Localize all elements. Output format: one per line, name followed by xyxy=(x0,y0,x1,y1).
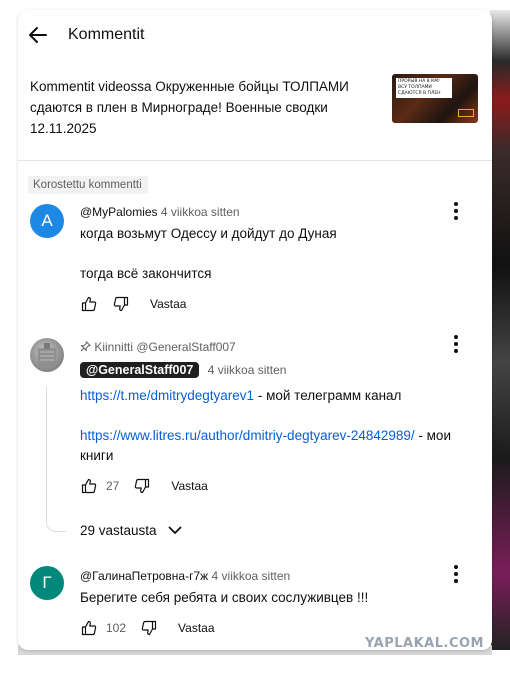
reply-button[interactable]: Vastaa xyxy=(150,297,186,311)
comment-text-line-2: тогда всё закончится xyxy=(80,266,212,281)
back-arrow-icon xyxy=(29,27,47,43)
background-page-edge xyxy=(490,10,510,650)
thumbnail-caption: ПРОРЫВ НА 8 КМ! ВСУ ТОЛПАМИ СДАЮТСЯ В ПЛ… xyxy=(396,78,452,98)
comment-actions: 27 Vastaa xyxy=(80,475,208,497)
more-options-button[interactable] xyxy=(446,563,466,585)
video-info: Kommentit videossa Окруженные бойцы ТОЛП… xyxy=(30,74,480,154)
comment-text-line-1: Берегите себя ребята и своих сослуживцев… xyxy=(80,590,369,605)
comment-time[interactable]: 4 viikkoa sitten xyxy=(161,205,240,219)
comment-author-chip[interactable]: @GeneralStaff007 xyxy=(80,362,200,378)
comment-actions: 102 Vastaa xyxy=(80,617,215,639)
video-thumbnail[interactable]: ПРОРЫВ НА 8 КМ! ВСУ ТОЛПАМИ СДАЮТСЯ В ПЛ… xyxy=(392,74,478,123)
comment-meta: @MyPalomies 4 viikkoa sitten xyxy=(80,205,240,219)
avatar-letter: A xyxy=(41,211,53,230)
thumbs-down-icon[interactable] xyxy=(140,619,158,637)
comment-author[interactable]: @ГалинаПетровна-г7ж xyxy=(80,569,208,583)
reply-button[interactable]: Vastaa xyxy=(178,621,214,635)
telegram-link[interactable]: https://t.me/dmitrydegtyarev1 xyxy=(80,388,254,403)
watermark: YAPLAKAL.COM xyxy=(365,636,484,651)
avatar-building-image xyxy=(38,343,56,366)
comment-meta: @ГалинаПетровна-г7ж 4 viikkoa sitten xyxy=(80,569,290,583)
reply-button[interactable]: Vastaa xyxy=(171,479,207,493)
comment-text-line-1: когда возьмут Одессу и дойдут до Дуная xyxy=(80,226,337,241)
chevron-down-icon xyxy=(168,526,181,534)
view-replies-button[interactable]: 29 vastausta xyxy=(80,522,183,538)
avatar[interactable]: A xyxy=(30,204,64,238)
avatar[interactable]: Г xyxy=(30,566,64,600)
comment-author[interactable]: @MyPalomies xyxy=(80,205,158,219)
avatar-letter: Г xyxy=(42,573,52,592)
reply-thread-line xyxy=(46,386,66,532)
telegram-link-desc: - мой телеграмм канал xyxy=(254,388,402,403)
replies-count: 29 vastausta xyxy=(80,522,157,538)
divider xyxy=(18,160,492,161)
more-options-button[interactable] xyxy=(446,200,466,222)
pin-icon xyxy=(80,341,91,352)
video-title[interactable]: Kommentit videossa Окруженные бойцы ТОЛП… xyxy=(30,76,370,139)
back-arrow-button[interactable] xyxy=(26,23,50,47)
thumbs-up-icon[interactable] xyxy=(80,295,98,313)
like-count: 27 xyxy=(106,479,120,493)
comment-time[interactable]: 4 viikkoa sitten xyxy=(208,363,287,377)
litres-link[interactable]: https://www.litres.ru/author/dmitriy-deg… xyxy=(80,428,415,443)
thumbs-up-icon[interactable] xyxy=(80,477,98,495)
comment-actions: Vastaa xyxy=(80,293,186,315)
panel-header: Kommentit xyxy=(18,10,492,60)
avatar[interactable] xyxy=(30,338,64,372)
pinned-by-text: Kiinnitti @GeneralStaff007 xyxy=(94,340,236,354)
thumbs-down-icon[interactable] xyxy=(112,295,130,313)
thumbs-up-icon[interactable] xyxy=(80,619,98,637)
thumbnail-tag xyxy=(458,109,474,117)
like-count: 102 xyxy=(106,621,127,635)
more-options-button[interactable] xyxy=(446,333,466,355)
comment-time[interactable]: 4 viikkoa sitten xyxy=(212,569,291,583)
comment-meta: @GeneralStaff007 4 viikkoa sitten xyxy=(80,362,286,378)
thumbs-down-icon[interactable] xyxy=(133,477,151,495)
comment-text-2: https://www.litres.ru/author/dmitriy-deg… xyxy=(80,426,480,466)
panel-title: Kommentit xyxy=(68,26,145,43)
comments-panel: Kommentit Kommentit videossa Окруженные … xyxy=(18,10,492,650)
pinned-label: Kiinnitti @GeneralStaff007 xyxy=(80,340,236,354)
comment-text-1: https://t.me/dmitrydegtyarev1 - мой теле… xyxy=(80,386,470,406)
highlighted-comment-badge: Korostettu kommentti xyxy=(28,176,148,194)
